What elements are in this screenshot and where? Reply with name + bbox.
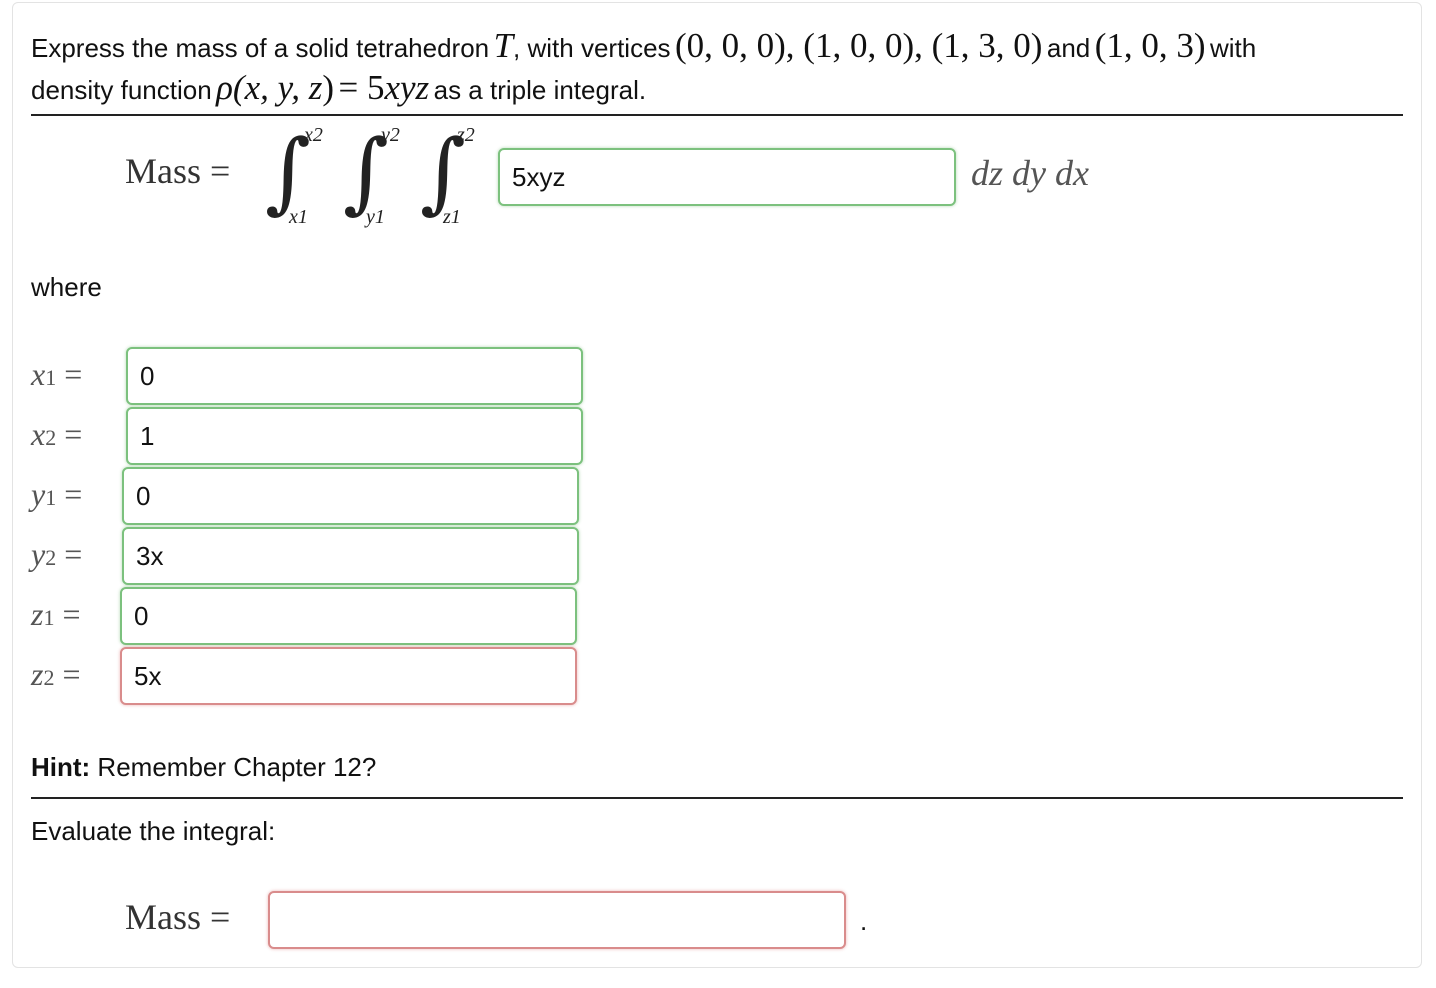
z1-input[interactable] <box>120 587 577 645</box>
problem-statement: Express the mass of a solid tetrahedron … <box>31 24 1256 68</box>
density-statement: density function ρ(x, y, z) = 5xyz as a … <box>31 66 646 110</box>
lower-limit-x: x1 <box>289 206 308 228</box>
x1-input[interactable] <box>126 347 583 405</box>
x1-label: x1 = <box>31 356 83 392</box>
divider-top <box>31 114 1403 116</box>
where-label: where <box>31 272 102 302</box>
hint-text: Remember Chapter 12? <box>90 752 377 782</box>
density-label: density function <box>31 75 212 105</box>
mass-answer-input[interactable] <box>268 891 846 949</box>
integrand-input[interactable] <box>498 148 956 206</box>
problem-with-vertices: , with vertices <box>513 33 671 63</box>
evaluate-label: Evaluate the integral: <box>31 816 276 846</box>
differentials: dz dy dx <box>971 153 1089 193</box>
problem-and: and <box>1046 33 1091 63</box>
upper-limit-y: y2 <box>381 124 400 146</box>
y1-input[interactable] <box>122 467 579 525</box>
hint: Hint: Remember Chapter 12? <box>31 752 376 783</box>
z2-input[interactable] <box>120 647 577 705</box>
rho-symbol: ρ( <box>216 68 245 107</box>
x2-label: x2 = <box>31 416 83 452</box>
z1-label: z1 = <box>31 596 81 632</box>
vertex-four: (1, 0, 3) <box>1094 26 1206 65</box>
upper-limit-x: x2 <box>304 124 323 146</box>
vertices-list: (0, 0, 0), (1, 0, 0), (1, 3, 0) <box>675 26 1043 65</box>
lower-limit-z: z1 <box>443 206 461 228</box>
y2-input[interactable] <box>122 527 579 585</box>
lower-limit-y: y1 <box>366 206 385 228</box>
answer-lhs: Mass = <box>125 897 231 937</box>
answer-period: . <box>860 906 868 936</box>
rho-equals: = 5 <box>338 68 385 107</box>
hint-label: Hint: <box>31 752 91 782</box>
integral-lhs: Mass = <box>125 151 231 191</box>
z2-label: z2 = <box>31 656 81 692</box>
divider-bottom <box>31 797 1403 799</box>
problem-with: with <box>1210 33 1257 63</box>
x2-input[interactable] <box>126 407 583 465</box>
problem-intro: Express the mass of a solid tetrahedron <box>31 33 490 63</box>
solid-symbol: T <box>493 26 514 65</box>
rho-close: ) <box>322 68 335 107</box>
rho-vars: xyz <box>384 68 430 107</box>
upper-limit-z: z2 <box>457 124 475 146</box>
problem-tail: as a triple integral. <box>433 75 647 105</box>
rho-args: x, y, z <box>244 68 323 107</box>
y1-label: y1 = <box>31 476 83 512</box>
y2-label: y2 = <box>31 536 83 572</box>
